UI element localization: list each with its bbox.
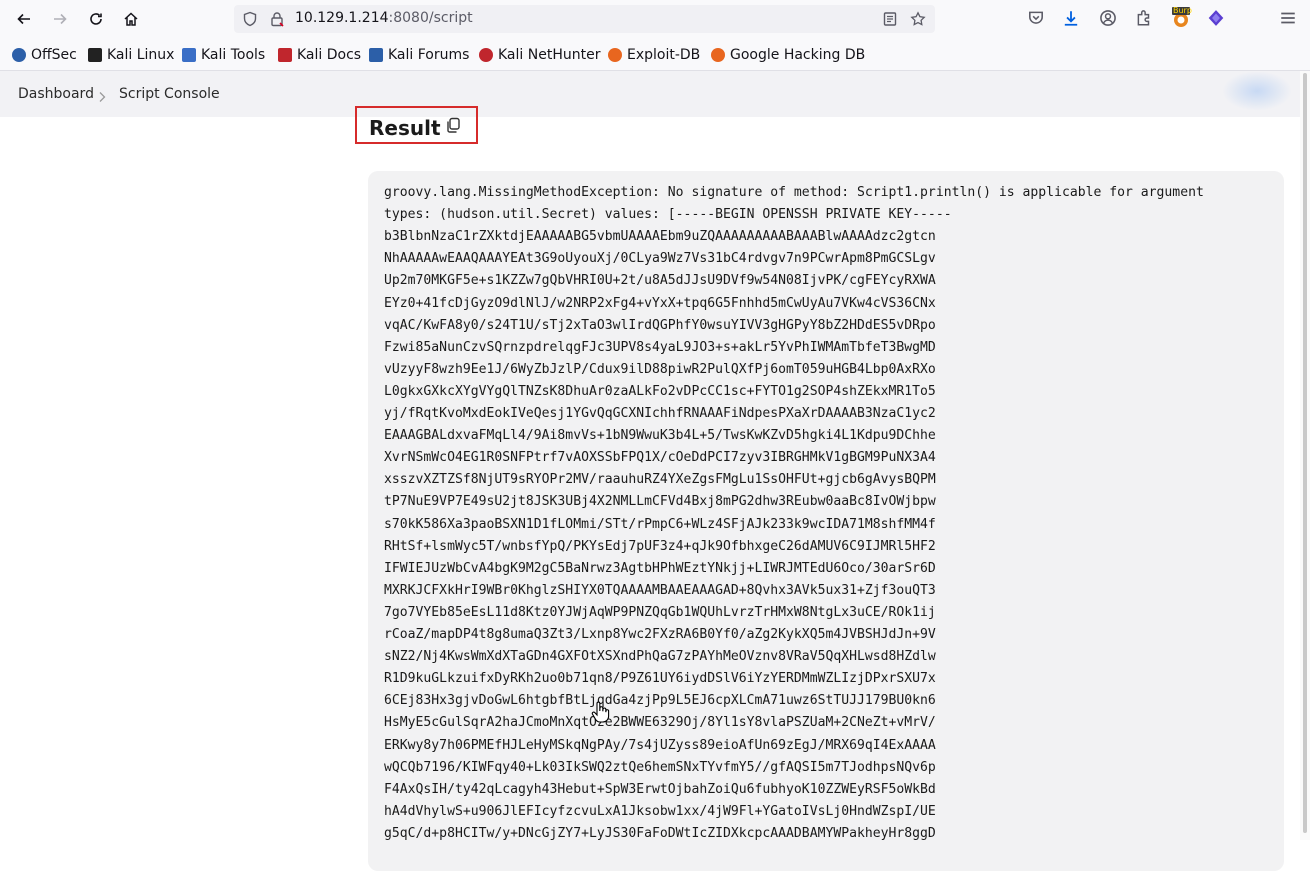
bookmark-label: Exploit-DB: [627, 47, 701, 63]
page-scrollbar[interactable]: [1300, 71, 1310, 840]
output-line: L0gkxGXkcXYgVYgQlTNZsK8DhuAr0zaALkFo2vDP…: [384, 383, 936, 399]
output-line: b3BlbnNzaC1rZXktdjEAAAAABG5vbmUAAAAEbm9u…: [384, 229, 936, 245]
output-line: rCoaZ/mapDP4t8g8umaQ3Zt3/Lxnp8Ywc2FXzRA6…: [384, 627, 936, 642]
output-line: RHtSf+lsmWyc5T/wnbsfYpQ/PKYsEdj7pUF3z4+q…: [384, 538, 936, 554]
bookmark-label: Kali Forums: [388, 47, 470, 63]
reload-icon[interactable]: [84, 7, 108, 31]
output-line: s70kK586Xa3paoBSXN1D1fLOMmi/STt/rPmpC6+W…: [384, 516, 936, 532]
output-line: vqAC/KwFA8y0/s24T1U/sTj2xTaO3wlIrdQGPhfY…: [384, 317, 936, 333]
kali-dragon-icon: [88, 48, 102, 62]
bookmark-kali-forums[interactable]: Kali Forums: [369, 46, 469, 64]
output-line: Up2m70MKGF5e+s1KZZw7gQbVHRI0U+2t/u8A5dJJ…: [384, 273, 936, 289]
bookmark-exploit-db[interactable]: Exploit-DB: [608, 46, 700, 64]
bookmarks-bar: OffSec Kali Linux Kali Tools Kali Docs K…: [0, 38, 1310, 71]
bookmark-label: Kali Docs: [297, 47, 362, 63]
kali-nethunter-icon: [479, 48, 493, 62]
kali-docs-icon: [278, 48, 292, 62]
ghdb-icon: [711, 48, 725, 62]
hand-cursor-icon: [590, 700, 610, 724]
url-host: 10.129.1.214: [295, 10, 389, 26]
output-line: types: (hudson.util.Secret) values: [---…: [384, 207, 952, 223]
account-icon[interactable]: [1099, 9, 1117, 27]
back-icon[interactable]: [12, 7, 36, 31]
extensions-icon[interactable]: [1135, 9, 1153, 27]
output-line: F4AxQsIH/ty42qLcagyh43Hebut+SpW3ErwtOjba…: [384, 781, 936, 797]
output-line: IFWIEJUzWbCvA4bgK9M2gC5BaNrwz3AgtbHPhWEz…: [384, 560, 936, 576]
script-output-panel: groovy.lang.MissingMethodException: No s…: [368, 171, 1284, 871]
chevron-right-icon: [97, 88, 107, 102]
download-icon[interactable]: [1062, 9, 1080, 27]
bookmark-label: Google Hacking DB: [730, 47, 866, 63]
result-title: Result: [369, 116, 441, 140]
output-line: ERKwy8y7h06PMEfHJLeHyMSkqNgPAy/7s4jUZyss…: [384, 737, 936, 753]
bookmark-google-hacking-db[interactable]: Google Hacking DB: [711, 46, 865, 64]
output-line: tP7NuE9VP7E49sU2jt8JSK3UBj4X2NMLLmCFVd4B…: [384, 494, 936, 510]
exploit-db-icon: [608, 48, 622, 62]
output-line: 7go7VYEb85eEsL11d8Ktz0YJWjAqWP9PNZQqGb1W…: [384, 604, 936, 620]
decorative-glow: [1222, 71, 1292, 111]
bookmark-label: Kali Tools: [201, 47, 266, 63]
bookmark-kali-nethunter[interactable]: Kali NetHunter: [479, 46, 600, 64]
burp-icon[interactable]: Burp: [1170, 5, 1192, 29]
result-heading-box: Result: [355, 106, 478, 144]
pocket-icon[interactable]: [1027, 9, 1045, 27]
output-line: EAAAGBALdxvaFMqLl4/9Ai8mvVs+1bN9WwuK3b4L…: [384, 428, 936, 444]
proton-icon[interactable]: [1207, 9, 1225, 27]
home-icon[interactable]: [119, 7, 143, 31]
output-line: sNZ2/Nj4KwsWmXdXTaGDn4GXFOtXSXndPhQaG7zP…: [384, 649, 936, 665]
output-line: EYz0+41fcDjGyzO9dlNlJ/w2NRP2xFg4+vYxX+tp…: [384, 295, 936, 311]
output-line: wQCQb7196/KIWFqy40+Lk03IkSWQ2ztQe6hemSNx…: [384, 759, 936, 775]
kali-forums-icon: [369, 48, 383, 62]
offsec-icon: [12, 48, 26, 62]
forward-icon[interactable]: [48, 7, 72, 31]
breadcrumb-current: Script Console: [119, 86, 220, 102]
output-line: g5qC/d+p8HCITw/y+DNcGjZY7+LyJS30FaFoDWtI…: [384, 825, 936, 841]
output-line: vUzyyF8wzh9Ee1J/6WyZbJzlP/Cdux9ilD88piwR…: [384, 361, 936, 377]
bookmark-label: Kali NetHunter: [498, 47, 601, 63]
scrollbar-thumb[interactable]: [1303, 73, 1307, 833]
output-line: yj/fRqtKvoMxdEokIVeQesj1YGvQqGCXNIchhfRN…: [384, 406, 936, 421]
output-line: groovy.lang.MissingMethodException: No s…: [384, 185, 1204, 200]
output-line: 6CEj83Hx3gjvDoGwL6htgbfBtLjqdGa4zjPp9L5E…: [384, 693, 936, 709]
breadcrumb-dashboard-link[interactable]: Dashboard: [18, 86, 94, 102]
bookmark-kali-docs[interactable]: Kali Docs: [278, 46, 361, 64]
output-line: HsMyE5cGulSqrA2haJCmoMnXqtOze2BWWE6329Oj…: [384, 715, 936, 731]
url-text[interactable]: 10.129.1.214:8080/script: [295, 10, 473, 26]
output-line: R1D9kuGLkzuifxDyRKh2uo0b71qn8/P9Z61UY6iy…: [384, 671, 936, 687]
url-bar[interactable]: 10.129.1.214:8080/script: [234, 5, 935, 33]
burp-badge: Burp: [1173, 6, 1192, 15]
kali-tools-icon: [182, 48, 196, 62]
output-line: NhAAAAAwEAAQAAAYEAt3G9oUyouXj/0CLya9Wz7V…: [384, 251, 936, 267]
star-icon[interactable]: [910, 11, 926, 27]
bookmark-label: OffSec: [31, 47, 77, 63]
shield-icon[interactable]: [242, 11, 258, 27]
output-line: Fzwi85aNunCzvSQrnzpdrelqgFJc3UPV8s4yaL9J…: [384, 339, 936, 355]
url-path: :8080/script: [388, 10, 473, 26]
output-line: XvrNSmWcO4EG1R0SNFPtrf7vAOXSSbFPQ1X/cOeD…: [384, 450, 936, 466]
output-line: xsszvXZTZSf8NjUT9sRYOPr2MV/raauhuRZ4YXeZ…: [384, 472, 936, 488]
browser-toolbar: 10.129.1.214:8080/script Burp: [0, 0, 1310, 38]
reader-icon[interactable]: [882, 11, 898, 27]
output-line: MXRKJCFXkHrI9WBr0KhglzSHIYX0TQAAAAMBAAEA…: [384, 582, 936, 598]
bookmark-kali-linux[interactable]: Kali Linux: [88, 46, 174, 64]
menu-icon[interactable]: [1279, 9, 1297, 27]
lock-icon[interactable]: [269, 11, 285, 27]
bookmark-offsec[interactable]: OffSec: [12, 46, 77, 64]
copy-icon[interactable]: [444, 116, 462, 134]
bookmark-kali-tools[interactable]: Kali Tools: [182, 46, 265, 64]
bookmark-label: Kali Linux: [107, 47, 175, 63]
output-line: hA4dVhylwS+u906JlEFIcyfzcvuLxA1Jksobw1xx…: [384, 803, 936, 819]
